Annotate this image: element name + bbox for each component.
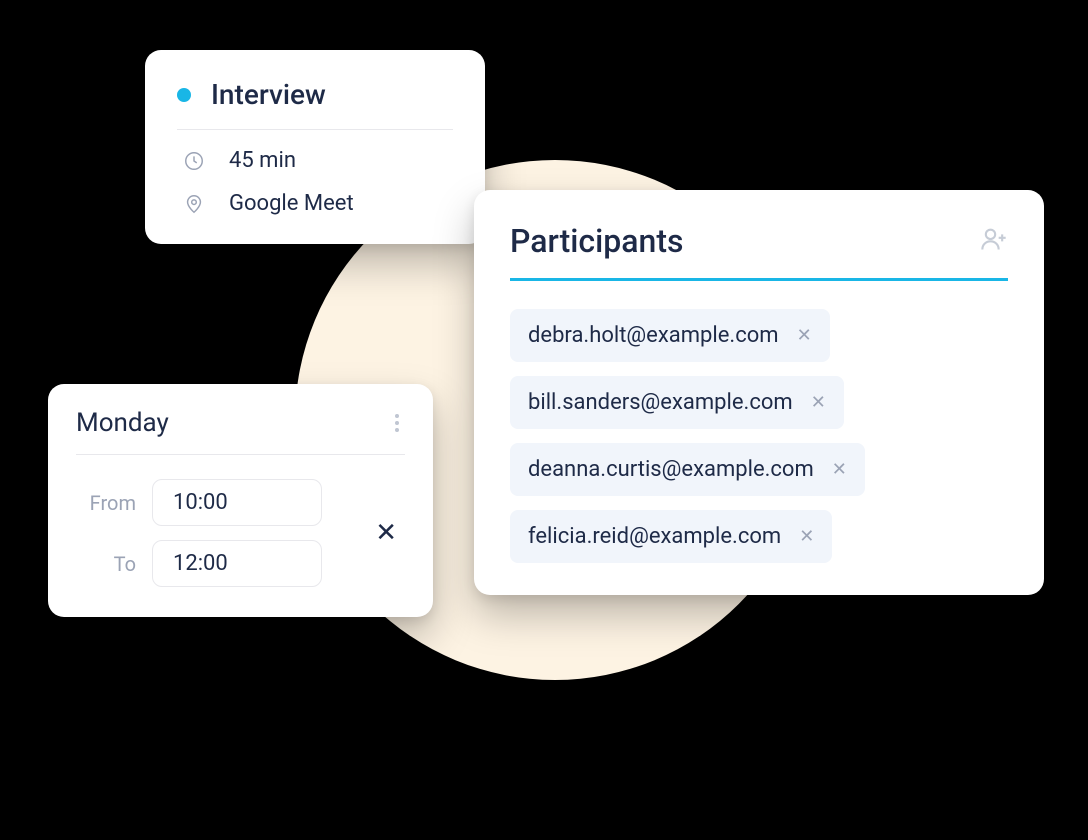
status-dot-icon xyxy=(177,88,191,102)
remove-timeslot-button[interactable]: ✕ xyxy=(367,510,405,556)
to-label: To xyxy=(76,552,136,576)
participants-card: Participants debra.holt@example.com ✕ bi… xyxy=(474,190,1044,595)
location-pin-icon xyxy=(183,193,205,215)
interview-header: Interview xyxy=(177,78,453,130)
day-availability-card: Monday From To ✕ xyxy=(48,384,433,617)
add-participant-button[interactable] xyxy=(980,225,1008,257)
participants-title: Participants xyxy=(510,222,683,260)
duration-row: 45 min xyxy=(177,148,453,173)
to-time-row: To xyxy=(76,540,367,587)
participant-chip: bill.sanders@example.com ✕ xyxy=(510,376,844,429)
location-text: Google Meet xyxy=(229,191,354,216)
remove-participant-icon[interactable]: ✕ xyxy=(799,526,814,547)
day-header: Monday xyxy=(76,408,405,455)
participant-chip: felicia.reid@example.com ✕ xyxy=(510,510,832,563)
participants-header: Participants xyxy=(510,222,1008,281)
day-name: Monday xyxy=(76,408,169,438)
interview-title: Interview xyxy=(211,78,326,111)
remove-participant-icon[interactable]: ✕ xyxy=(811,392,826,413)
participants-list: debra.holt@example.com ✕ bill.sanders@ex… xyxy=(510,281,1008,563)
participant-email: bill.sanders@example.com xyxy=(528,390,793,415)
duration-text: 45 min xyxy=(229,148,296,173)
participant-email: debra.holt@example.com xyxy=(528,323,779,348)
participant-email: felicia.reid@example.com xyxy=(528,524,781,549)
from-label: From xyxy=(76,491,136,515)
from-time-input[interactable] xyxy=(152,479,322,526)
remove-participant-icon[interactable]: ✕ xyxy=(832,459,847,480)
remove-participant-icon[interactable]: ✕ xyxy=(797,325,812,346)
to-time-input[interactable] xyxy=(152,540,322,587)
participant-email: deanna.curtis@example.com xyxy=(528,457,814,482)
from-time-row: From xyxy=(76,479,367,526)
participant-chip: debra.holt@example.com ✕ xyxy=(510,309,830,362)
participant-chip: deanna.curtis@example.com ✕ xyxy=(510,443,865,496)
interview-card: Interview 45 min Google Meet xyxy=(145,50,485,244)
location-row: Google Meet xyxy=(177,191,453,216)
clock-icon xyxy=(183,150,205,172)
more-menu-icon[interactable] xyxy=(389,408,405,438)
